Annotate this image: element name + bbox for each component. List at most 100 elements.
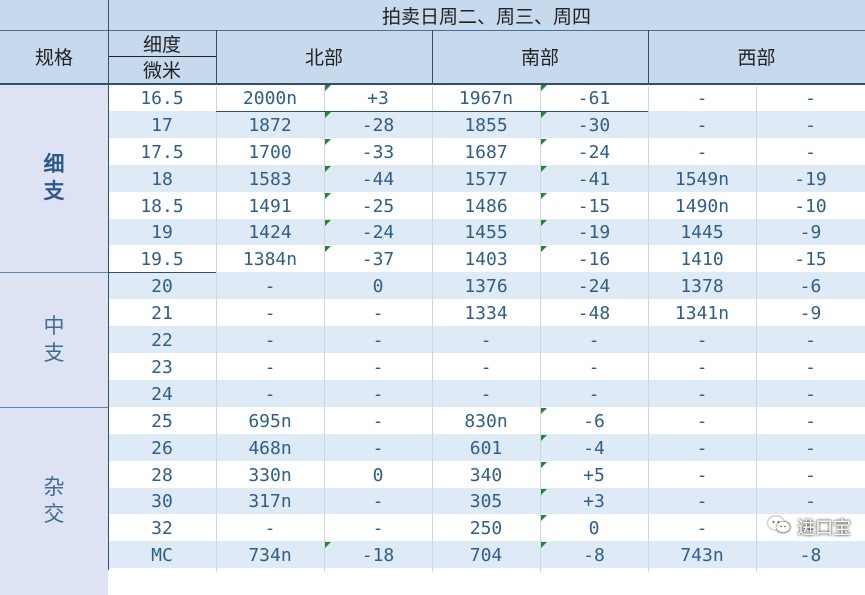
north-change-cell: -24 (361, 222, 395, 244)
micron-cell: 20 (151, 276, 173, 298)
south-change-cell: -48 (577, 303, 611, 325)
south-change-cell: -16 (577, 249, 611, 271)
west-change-cell: - (805, 437, 816, 459)
west-change-cell: -8 (799, 545, 822, 567)
comment-marker (325, 85, 331, 91)
table-title: 拍卖日周二、周三、周四 (381, 5, 591, 28)
group-rule (0, 406, 108, 408)
micron-cell: 23 (151, 356, 173, 378)
column-rule (648, 86, 649, 572)
north-change-cell: 0 (372, 276, 384, 298)
micron-cell: 22 (151, 330, 173, 352)
region-divider (432, 30, 433, 84)
micron-cell: 24 (151, 383, 173, 405)
north-change-cell: - (372, 330, 384, 352)
west-price-cell: 1341n (674, 303, 730, 325)
spec-header: 规格 (34, 46, 73, 69)
west-price-cell: 743n (680, 545, 724, 567)
south-change-cell: 0 (588, 518, 600, 540)
micron-cell: 30 (151, 491, 173, 513)
north-change-cell: -25 (361, 195, 395, 217)
west-price-cell: - (696, 518, 708, 540)
south-change-cell: -41 (577, 168, 611, 190)
group-label-char: 杂 (43, 474, 65, 499)
north-price-cell: 2000n (242, 87, 298, 109)
west-change-cell: - (805, 410, 816, 432)
north-price-cell: 1384n (242, 249, 298, 271)
column-rule (756, 86, 757, 572)
west-price-cell: 1378 (680, 276, 724, 298)
comment-marker (325, 165, 331, 172)
west-price-cell: - (696, 410, 708, 432)
micron-cell: 19.5 (140, 249, 184, 271)
group-label-fine: 细支 (0, 84, 108, 272)
comment-marker (541, 246, 547, 253)
comment-marker (325, 138, 331, 145)
west-price-cell: - (696, 491, 708, 513)
south-change-cell: -30 (577, 114, 611, 136)
north-price-cell: - (264, 383, 276, 405)
micron-rule (108, 272, 216, 274)
south-change-cell: -6 (583, 410, 605, 432)
micron-cell: 16.5 (140, 87, 184, 109)
south-price-cell: 250 (469, 518, 503, 540)
comment-marker (541, 434, 547, 441)
comment-marker (325, 192, 331, 199)
group-rule (0, 272, 108, 274)
west-change-cell: -6 (799, 276, 822, 298)
micron-cell: MC (151, 545, 173, 567)
north-change-cell: - (372, 303, 384, 325)
south-price-cell: 1486 (464, 195, 508, 217)
comment-marker (325, 111, 331, 118)
south-change-cell: -4 (583, 437, 605, 459)
north-price-cell: 734n (248, 545, 292, 567)
west-change-cell: -15 (794, 249, 827, 271)
region-header: 西部 (737, 46, 776, 69)
west-price-cell: 1549n (674, 168, 730, 190)
north-price-cell: - (264, 330, 276, 352)
micron-cell: 32 (151, 518, 173, 540)
north-change-cell: - (372, 383, 384, 405)
north-change-cell: -33 (361, 141, 395, 163)
north-price-cell: - (264, 276, 276, 298)
column-rule (540, 86, 541, 572)
north-price-cell: 330n (248, 464, 292, 486)
region-divider (216, 30, 217, 84)
west-price-cell: - (696, 437, 708, 459)
west-change-cell: - (805, 141, 816, 163)
west-change-cell: - (805, 87, 816, 109)
south-change-cell: -24 (577, 141, 611, 163)
wechat-icon (767, 515, 791, 540)
group-label-cross: 杂交 (0, 407, 108, 595)
fineness-header-bottom: 微米 (142, 59, 181, 82)
south-price-cell: 1403 (464, 249, 508, 271)
region-divider (648, 30, 649, 84)
micron-cell: 21 (151, 303, 173, 325)
west-price-cell: 1445 (680, 222, 724, 244)
comment-marker (541, 138, 547, 145)
west-price-cell: - (696, 464, 708, 486)
row-rule-dark (216, 110, 648, 112)
comment-marker (325, 246, 331, 253)
comment-marker (325, 219, 331, 226)
north-price-cell: 1491 (248, 195, 292, 217)
north-change-cell: - (372, 491, 384, 513)
north-change-cell: 0 (372, 464, 384, 486)
north-price-cell: 1583 (248, 168, 292, 190)
region-header: 北部 (304, 46, 343, 69)
north-price-cell: 695n (248, 410, 292, 432)
west-price-cell: 1410 (680, 249, 724, 271)
north-change-cell: -37 (361, 249, 395, 271)
south-change-cell: - (588, 383, 600, 405)
group-label-medium: 中支 (0, 272, 108, 407)
west-change-cell: -9 (799, 303, 822, 325)
comment-marker (541, 219, 547, 226)
fineness-split (108, 56, 216, 57)
south-price-cell: 704 (469, 545, 503, 567)
south-price-cell: 340 (469, 464, 503, 486)
comment-marker (541, 111, 547, 118)
south-price-cell: 1687 (464, 141, 508, 163)
comment-marker (541, 515, 547, 522)
south-price-cell: 1376 (464, 276, 508, 298)
north-price-cell: 1700 (248, 141, 292, 163)
